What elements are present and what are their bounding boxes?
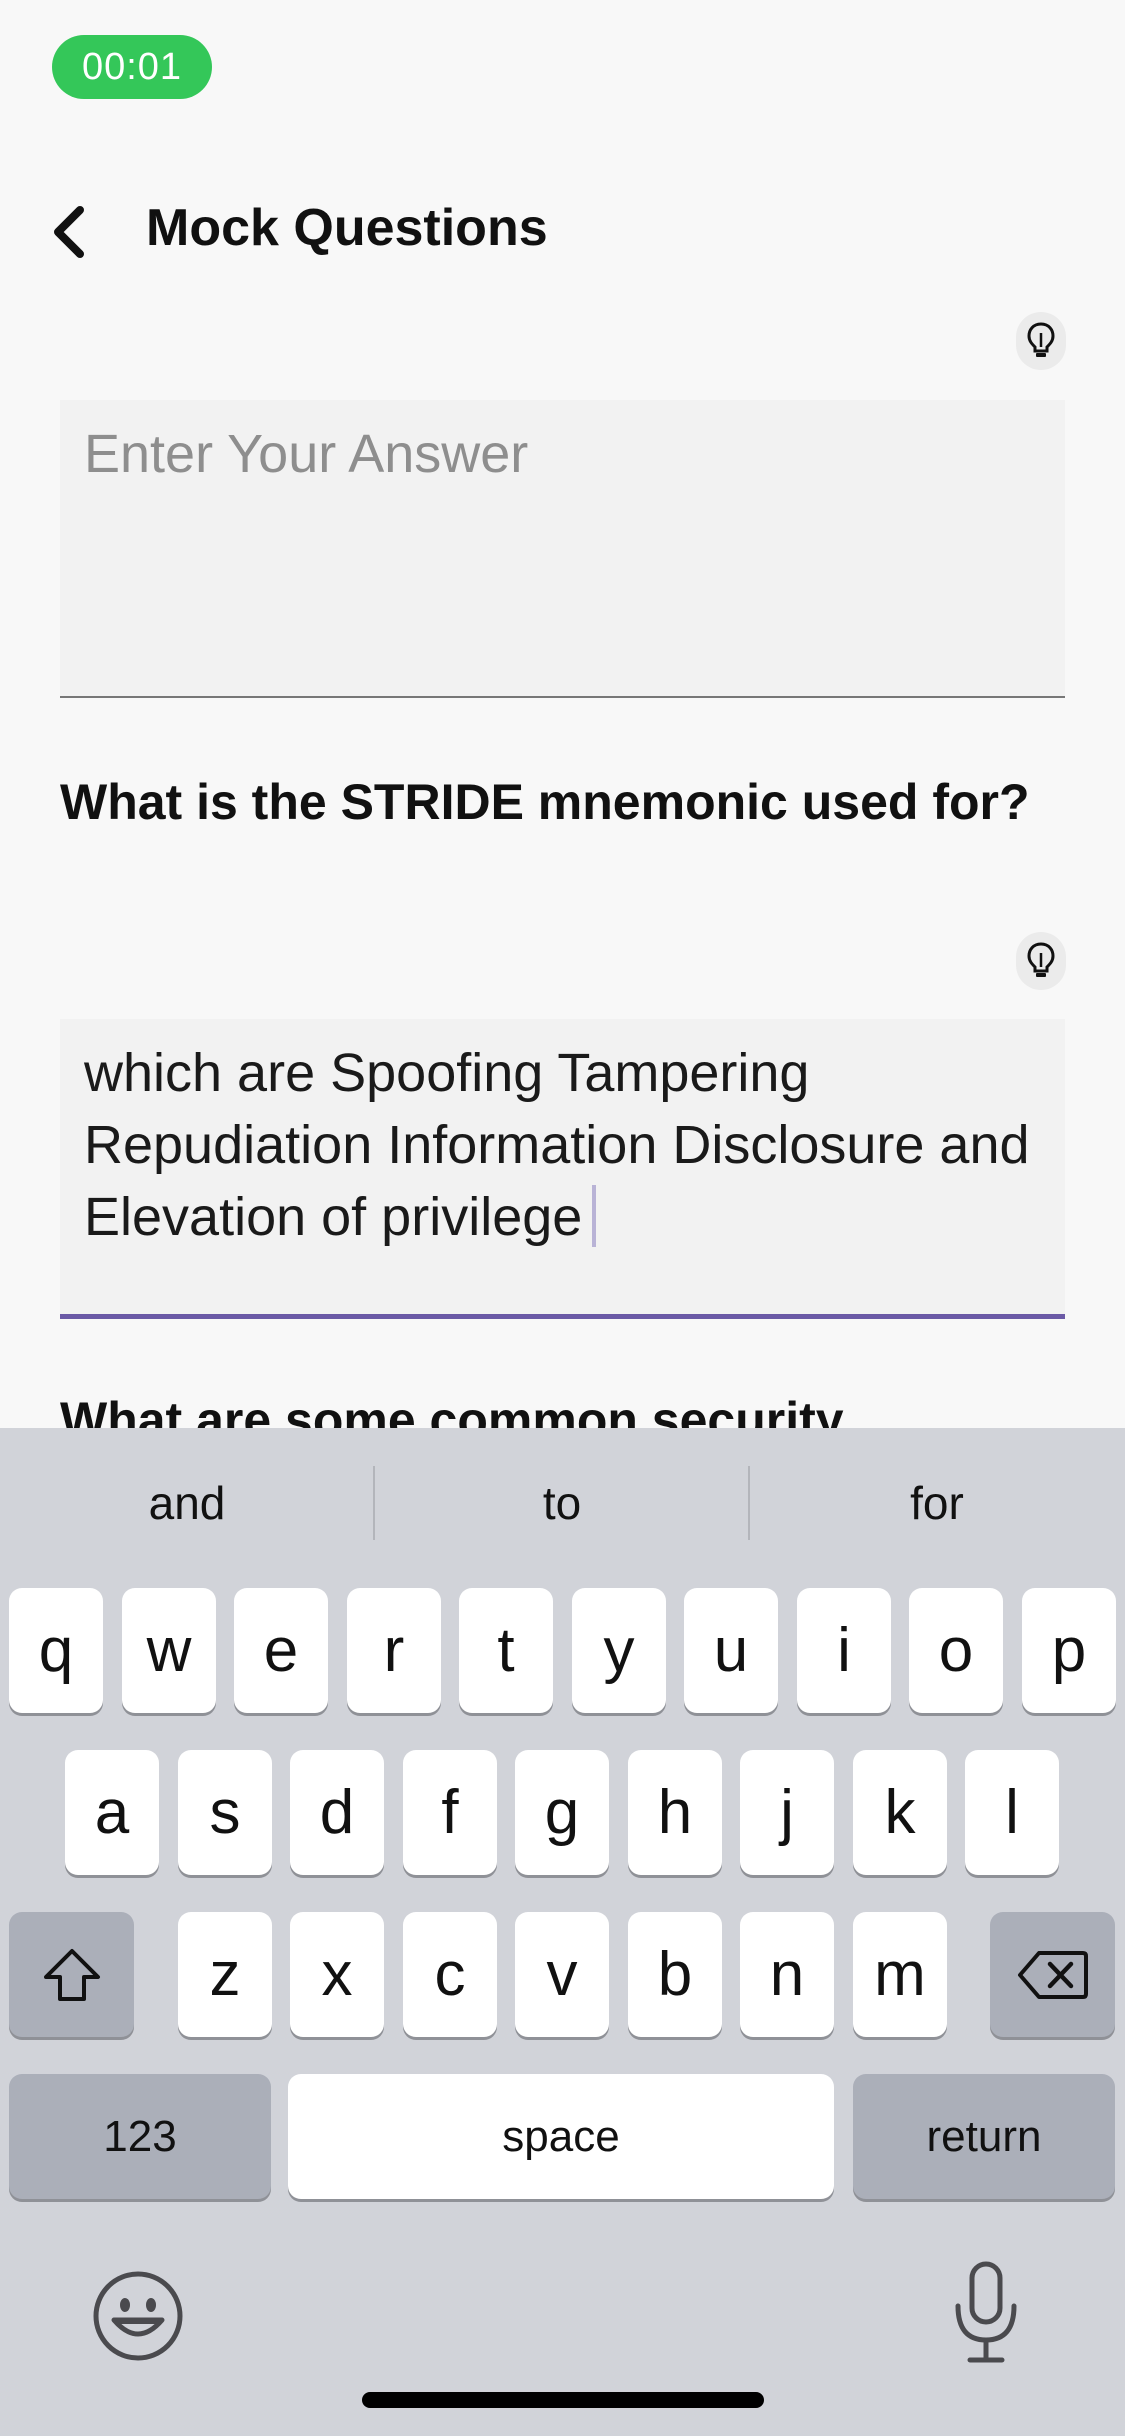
page-title: Mock Questions — [146, 199, 548, 257]
shift-icon — [43, 1948, 100, 2001]
key-h[interactable]: h — [628, 1750, 722, 1875]
hint-button[interactable] — [1016, 312, 1066, 370]
question-1: What is the STRIDE mnemonic used for? — [60, 774, 1030, 830]
timer-badge: 00:01 — [52, 35, 212, 99]
key-r[interactable]: r — [347, 1588, 441, 1713]
key-v[interactable]: v — [515, 1912, 609, 2037]
key-d[interactable]: d — [290, 1750, 384, 1875]
key-f[interactable]: f — [403, 1750, 497, 1875]
key-e[interactable]: e — [234, 1588, 328, 1713]
nav-bar: Mock Questions — [0, 180, 1125, 280]
hint-button[interactable] — [1016, 932, 1066, 990]
lightbulb-icon — [1027, 322, 1055, 357]
return-key[interactable]: return — [853, 2074, 1115, 2199]
key-b[interactable]: b — [628, 1912, 722, 2037]
suggestion-1[interactable]: and — [0, 1428, 374, 1578]
suggestion-2[interactable]: to — [375, 1428, 749, 1578]
answer-placeholder: Enter Your Answer — [84, 424, 529, 484]
key-u[interactable]: u — [684, 1588, 778, 1713]
key-y[interactable]: y — [572, 1588, 666, 1713]
key-s[interactable]: s — [178, 1750, 272, 1875]
answer-field-2[interactable]: which are Spoofing Tampering Repudiation… — [60, 1019, 1065, 1319]
key-t[interactable]: t — [459, 1588, 553, 1713]
home-indicator[interactable] — [362, 2392, 764, 2408]
lightbulb-icon — [1027, 942, 1055, 977]
answer-text: which are Spoofing Tampering Repudiation… — [84, 1043, 1030, 1247]
key-c[interactable]: c — [403, 1912, 497, 2037]
key-x[interactable]: x — [290, 1912, 384, 2037]
numbers-key[interactable]: 123 — [9, 2074, 271, 2199]
keyboard: and to for q w e r t y u i o p a s d f g… — [0, 1428, 1125, 2436]
key-w[interactable]: w — [122, 1588, 216, 1713]
key-n[interactable]: n — [740, 1912, 834, 2037]
emoji-icon — [93, 2271, 183, 2361]
delete-key[interactable] — [990, 1912, 1115, 2037]
screen: 00:01 Mock Questions Enter Your Answer W… — [0, 0, 1125, 2436]
key-p[interactable]: p — [1022, 1588, 1116, 1713]
key-z[interactable]: z — [178, 1912, 272, 2037]
key-g[interactable]: g — [515, 1750, 609, 1875]
delete-icon — [1017, 1950, 1088, 1999]
text-caret — [592, 1185, 597, 1247]
key-m[interactable]: m — [853, 1912, 947, 2037]
chevron-left-icon — [54, 206, 84, 258]
back-button[interactable] — [40, 202, 100, 262]
dictation-button[interactable] — [946, 2258, 1026, 2368]
key-a[interactable]: a — [65, 1750, 159, 1875]
key-i[interactable]: i — [797, 1588, 891, 1713]
key-k[interactable]: k — [853, 1750, 947, 1875]
microphone-icon — [955, 2261, 1017, 2363]
key-o[interactable]: o — [909, 1588, 1003, 1713]
suggestion-bar: and to for — [0, 1428, 1125, 1578]
key-q[interactable]: q — [9, 1588, 103, 1713]
key-j[interactable]: j — [740, 1750, 834, 1875]
answer-field-1[interactable]: Enter Your Answer — [60, 400, 1065, 698]
shift-key[interactable] — [9, 1912, 134, 2037]
suggestion-3[interactable]: for — [750, 1428, 1124, 1578]
emoji-button[interactable] — [90, 2268, 186, 2364]
key-l[interactable]: l — [965, 1750, 1059, 1875]
space-key[interactable]: space — [288, 2074, 834, 2199]
